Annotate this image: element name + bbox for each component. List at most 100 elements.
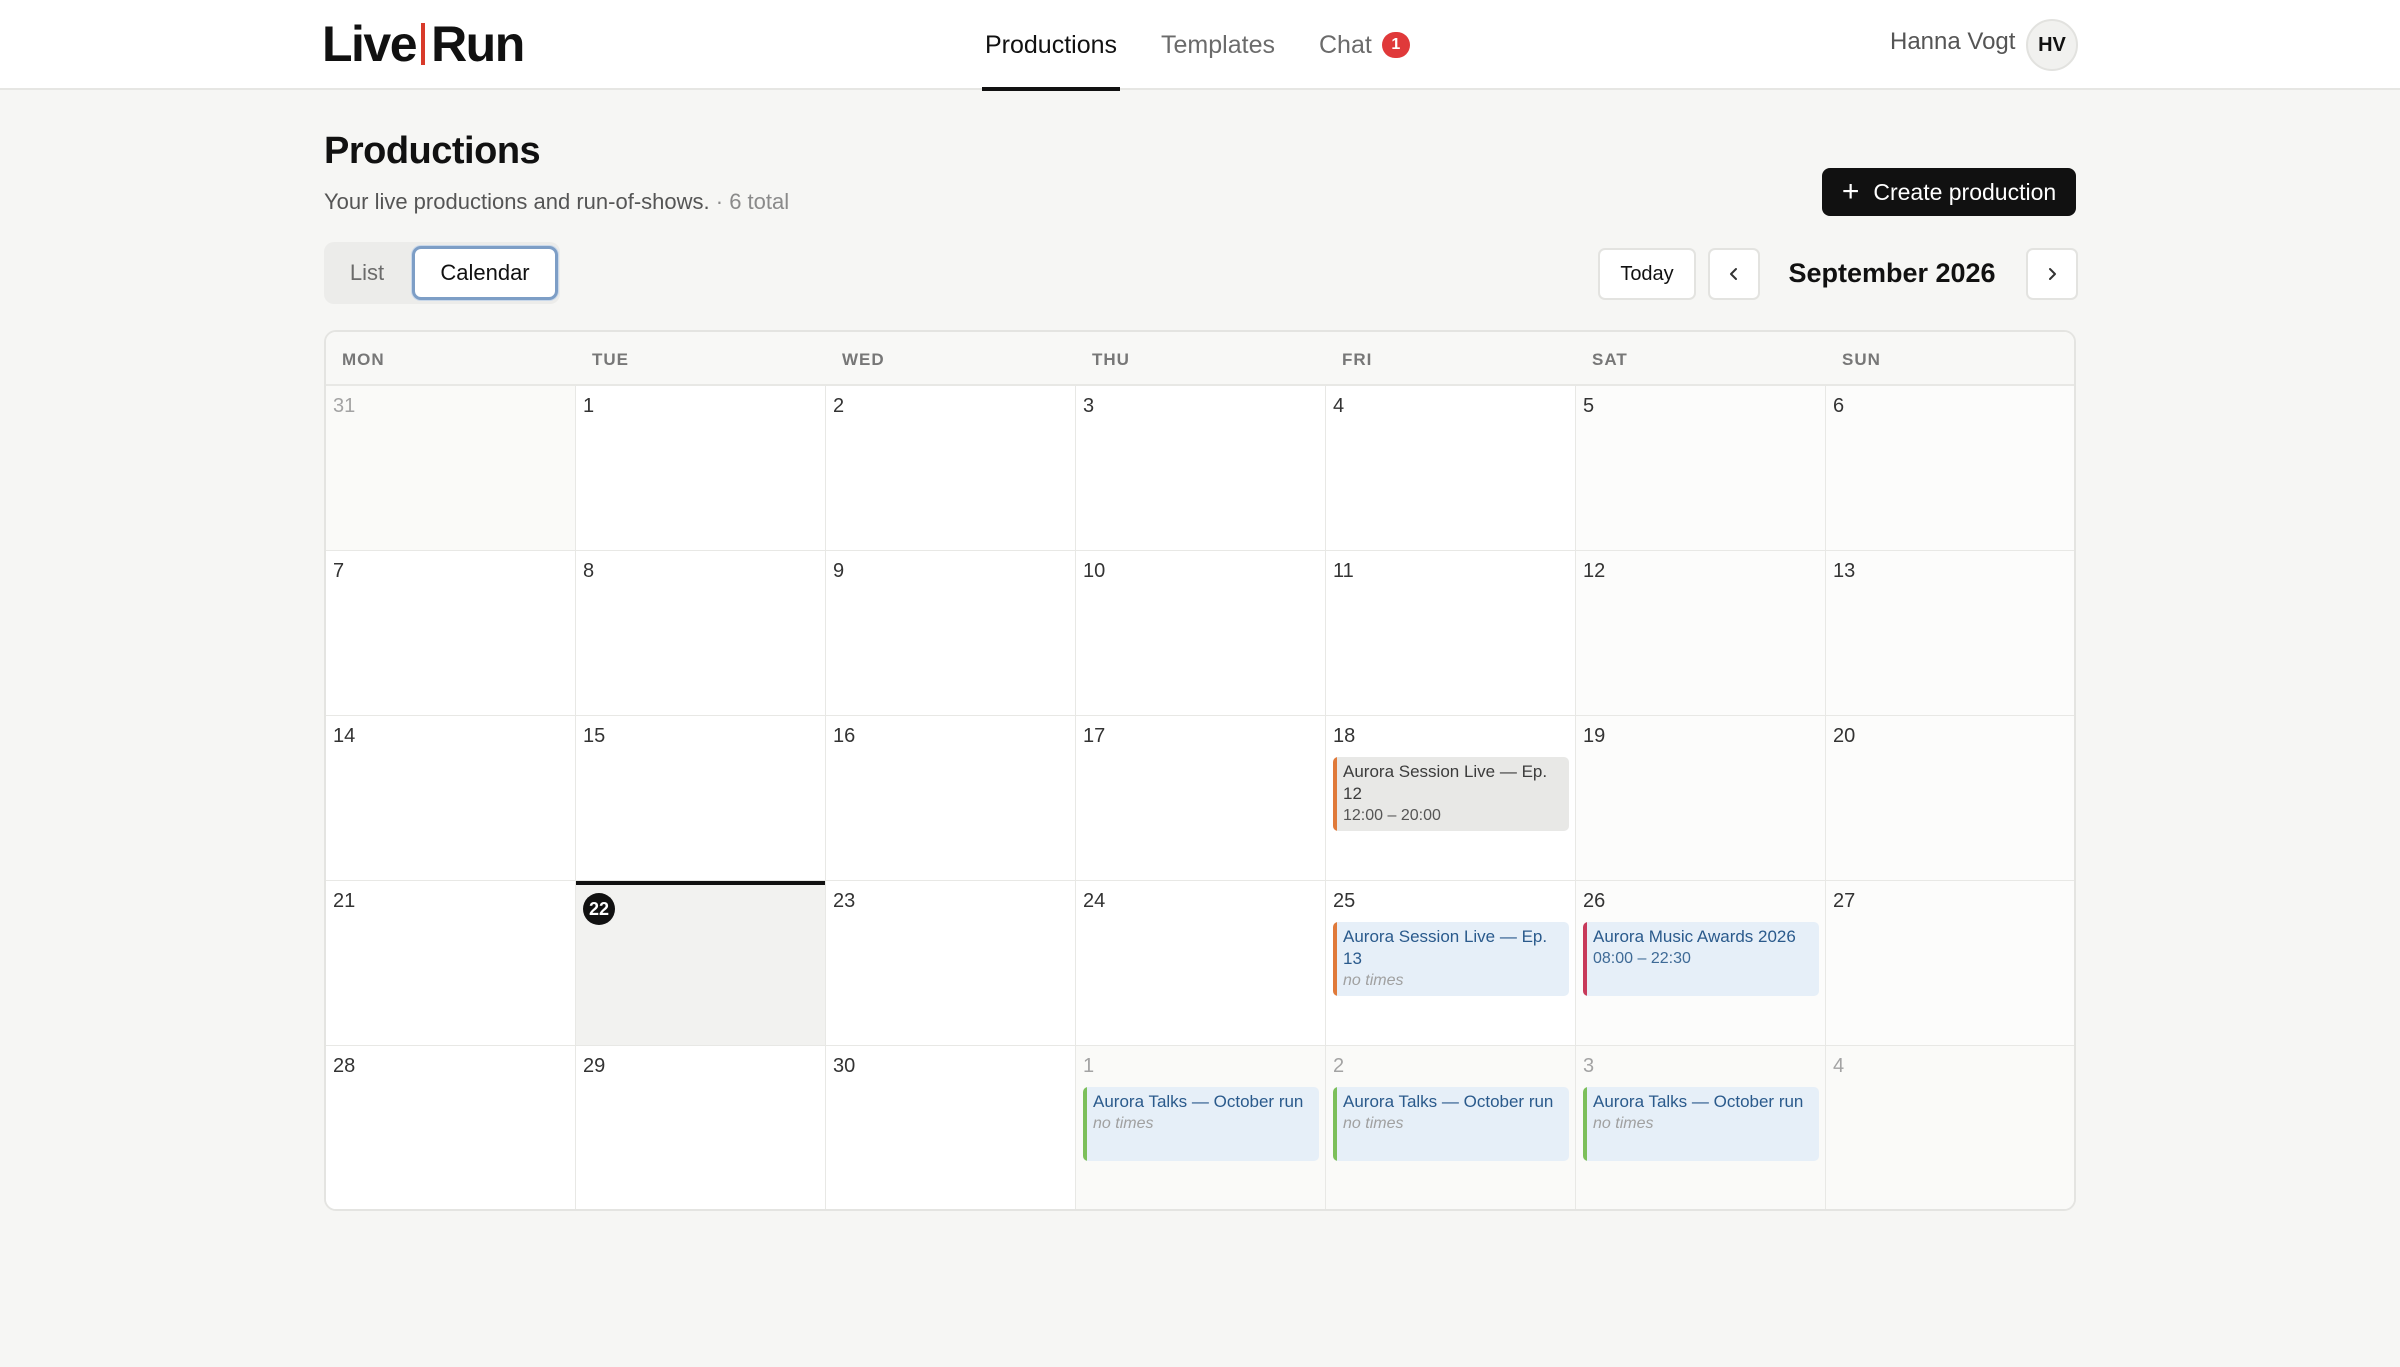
today-indicator-bar	[576, 881, 825, 885]
nav-templates[interactable]: Templates	[1161, 0, 1275, 90]
day-cell[interactable]: 20	[1826, 716, 2074, 881]
day-cell[interactable]: 28	[326, 1046, 576, 1209]
view-toggle: List Calendar	[324, 242, 560, 304]
day-number: 2	[1333, 1055, 1345, 1077]
create-production-button[interactable]: + Create production	[1822, 168, 2076, 216]
event-time: no times	[1343, 1115, 1404, 1132]
event-time: 12:00 – 20:00	[1343, 807, 1441, 824]
day-cell[interactable]: 24	[1076, 881, 1326, 1046]
day-number: 29	[583, 1055, 606, 1077]
day-number: 19	[1583, 725, 1606, 747]
day-cell[interactable]: 4	[1326, 386, 1576, 551]
today-button[interactable]: Today	[1598, 248, 1696, 300]
next-month-button[interactable]	[2026, 248, 2078, 300]
event-aurora-music-awards[interactable]: Aurora Music Awards 2026 08:00 – 22:30	[1583, 922, 1819, 996]
day-cell[interactable]: 26 Aurora Music Awards 2026 08:00 – 22:3…	[1576, 881, 1826, 1046]
nav-chat[interactable]: Chat 1	[1319, 0, 1410, 90]
weekday-wed: WED	[842, 350, 885, 369]
chat-unread-badge: 1	[1381, 32, 1410, 58]
event-title: Aurora Music Awards 2026	[1593, 927, 1796, 946]
event-title: Aurora Talks — October run	[1093, 1092, 1304, 1111]
event-color-stripe	[1333, 1087, 1337, 1161]
day-cell[interactable]: 14	[326, 716, 576, 881]
day-number: 27	[1833, 890, 1856, 912]
calendar-grid: MON TUE WED THU FRI SAT SUN 31 1 2 3 4 5…	[324, 330, 2076, 1211]
day-number: 4	[1333, 395, 1345, 417]
logo-text-live: Live	[322, 16, 418, 72]
nav-chat-label: Chat	[1318, 30, 1372, 59]
day-cell[interactable]: 9	[826, 551, 1076, 716]
event-aurora-talks-oct1[interactable]: Aurora Talks — October run no times	[1083, 1087, 1319, 1161]
day-cell[interactable]: 19	[1576, 716, 1826, 881]
day-cell[interactable]: 23	[826, 881, 1076, 1046]
day-cell[interactable]: 2 Aurora Talks — October run no times	[1326, 1046, 1576, 1209]
user-name: Hanna Vogt	[1890, 28, 2016, 55]
event-color-stripe	[1083, 1087, 1087, 1161]
event-aurora-session-ep13[interactable]: Aurora Session Live — Ep. 13 no times	[1333, 922, 1569, 996]
day-number: 31	[333, 395, 356, 417]
weekday-tue: TUE	[592, 350, 629, 369]
day-number: 25	[1333, 890, 1356, 912]
day-cell[interactable]: 11	[1326, 551, 1576, 716]
page-subtitle: Your live productions and run-of-shows. …	[324, 189, 789, 215]
nav-productions[interactable]: Productions	[981, 0, 1121, 91]
day-cell[interactable]: 6	[1826, 386, 2074, 551]
day-cell[interactable]: 21	[326, 881, 576, 1046]
day-cell[interactable]: 27	[1826, 881, 2074, 1046]
event-time: no times	[1343, 972, 1404, 989]
day-cell[interactable]: 1 Aurora Talks — October run no times	[1076, 1046, 1326, 1209]
day-cell[interactable]: 16	[826, 716, 1076, 881]
event-color-stripe	[1333, 922, 1337, 996]
weekday-thu: THU	[1092, 350, 1130, 369]
day-cell[interactable]: 8	[576, 551, 826, 716]
weekday-sun: SUN	[1842, 350, 1881, 369]
day-cell[interactable]: 17	[1076, 716, 1326, 881]
day-cell[interactable]: 5	[1576, 386, 1826, 551]
day-number: 18	[1333, 725, 1356, 747]
day-cell[interactable]: 29	[576, 1046, 826, 1209]
nav-productions-label: Productions	[985, 30, 1118, 59]
day-number: 3	[1583, 1055, 1595, 1077]
day-number: 20	[1833, 725, 1856, 747]
today-day-number: 22	[583, 893, 615, 925]
event-color-stripe	[1583, 922, 1587, 996]
day-number: 16	[833, 725, 856, 747]
top-bar: Live Run Productions Templates Chat 1 Hann…	[0, 0, 2400, 91]
event-aurora-session-ep12[interactable]: Aurora Session Live — Ep. 12 12:00 – 20:…	[1333, 757, 1569, 831]
day-cell[interactable]: 31	[326, 386, 576, 551]
logo[interactable]: Live Run	[322, 16, 525, 72]
day-cell-today[interactable]: 22	[576, 881, 826, 1046]
day-number: 10	[1083, 560, 1106, 582]
event-aurora-talks-oct2[interactable]: Aurora Talks — October run no times	[1333, 1087, 1569, 1161]
day-cell[interactable]: 15	[576, 716, 826, 881]
event-title: Aurora Session Live — Ep. 13	[1343, 927, 1548, 968]
event-title: Aurora Talks — October run	[1593, 1092, 1804, 1111]
logo-divider	[421, 23, 426, 65]
day-number: 13	[1833, 560, 1856, 582]
day-cell[interactable]: 18 Aurora Session Live — Ep. 12 12:00 – …	[1326, 716, 1576, 881]
plus-icon: +	[1841, 175, 1860, 208]
day-cell[interactable]: 10	[1076, 551, 1326, 716]
day-cell[interactable]: 1	[576, 386, 826, 551]
avatar[interactable]: HV	[2026, 19, 2078, 71]
day-cell[interactable]: 3 Aurora Talks — October run no times	[1576, 1046, 1826, 1209]
day-cell[interactable]: 4	[1826, 1046, 2074, 1209]
view-list-button[interactable]: List	[332, 246, 402, 300]
weekday-sat: SAT	[1592, 350, 1628, 369]
event-aurora-talks-oct3[interactable]: Aurora Talks — October run no times	[1583, 1087, 1819, 1161]
day-cell[interactable]: 3	[1076, 386, 1326, 551]
event-title: Aurora Talks — October run	[1343, 1092, 1554, 1111]
previous-month-button[interactable]	[1708, 248, 1760, 300]
day-cell[interactable]: 13	[1826, 551, 2074, 716]
day-cell[interactable]: 7	[326, 551, 576, 716]
day-cell[interactable]: 25 Aurora Session Live — Ep. 13 no times	[1326, 881, 1576, 1046]
day-cell[interactable]: 30	[826, 1046, 1076, 1209]
day-number: 7	[333, 560, 345, 582]
view-calendar-button[interactable]: Calendar	[412, 246, 558, 300]
event-time: no times	[1093, 1115, 1154, 1132]
day-cell[interactable]: 12	[1576, 551, 1826, 716]
weekday-fri: FRI	[1342, 350, 1373, 369]
day-number: 4	[1833, 1055, 1845, 1077]
day-cell[interactable]: 2	[826, 386, 1076, 551]
day-number: 28	[333, 1055, 356, 1077]
